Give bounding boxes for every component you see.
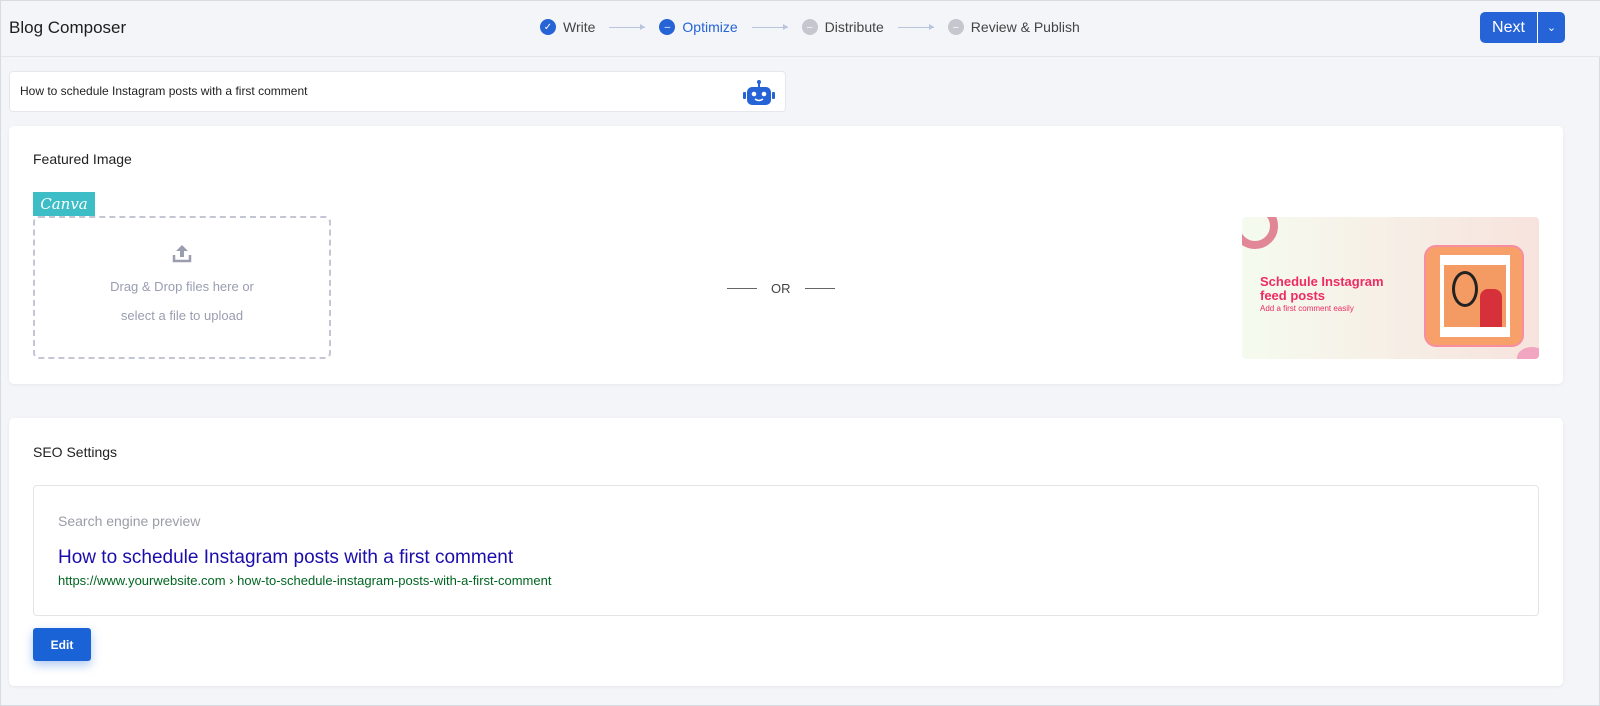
minus-icon: – — [801, 19, 818, 35]
step-label: Write — [563, 19, 596, 35]
step-review-publish[interactable]: – Review & Publish — [947, 19, 1080, 35]
seo-settings-card: SEO Settings Search engine preview How t… — [9, 418, 1563, 686]
thumb-title: feed posts — [1260, 288, 1326, 303]
post-title-input[interactable] — [20, 84, 720, 98]
preview-label: Search engine preview — [58, 513, 201, 529]
dropzone-text: Drag & Drop files here or — [110, 279, 254, 294]
seo-settings-heading: SEO Settings — [33, 444, 118, 460]
edit-button[interactable]: Edit — [33, 628, 91, 661]
arrow-icon — [751, 23, 788, 30]
step-optimize[interactable]: – Optimize — [659, 19, 738, 35]
featured-image-card: Featured Image Canva Drag & Drop files h… — [9, 126, 1563, 384]
file-dropzone[interactable]: Drag & Drop files here or select a file … — [33, 216, 331, 359]
search-engine-preview: Search engine preview How to schedule In… — [33, 485, 1539, 616]
canva-button[interactable]: Canva — [33, 192, 95, 216]
minus-icon: – — [947, 19, 964, 35]
step-write[interactable]: ✓ Write — [540, 19, 595, 35]
upload-icon — [172, 245, 192, 263]
thumb-subtitle: Add a first comment easily — [1260, 304, 1354, 313]
post-title-field — [9, 71, 786, 112]
stepper: ✓ Write – Optimize – Distribute – Review & P… — [540, 19, 1080, 35]
robot-icon[interactable] — [743, 80, 775, 106]
chevron-down-icon[interactable]: ⌄ — [1538, 12, 1565, 43]
thumb-title: Schedule Instagram — [1260, 274, 1384, 289]
arrow-icon — [897, 23, 934, 30]
header: Blog Composer ✓ Write – Optimize – Distribu… — [1, 1, 1600, 57]
step-label: Optimize — [682, 19, 738, 35]
arrow-icon — [609, 23, 646, 30]
preview-title-link[interactable]: How to schedule Instagram posts with a f… — [58, 547, 513, 569]
dropzone-text: select a file to upload — [120, 308, 244, 323]
step-label: Distribute — [824, 19, 884, 35]
featured-image-thumbnail[interactable]: Schedule Instagram feed posts Add a first … — [1242, 217, 1539, 359]
next-button[interactable]: Next — [1480, 12, 1538, 43]
next-split-button: Next ⌄ — [1480, 12, 1565, 43]
or-divider: OR — [727, 281, 835, 296]
step-label: Review & Publish — [970, 19, 1080, 35]
step-distribute[interactable]: – Distribute — [801, 19, 884, 35]
instagram-post-illustration — [1424, 245, 1524, 347]
preview-url: https://www.yourwebsite.com › how-to-sch… — [58, 573, 552, 588]
check-icon: ✓ — [540, 19, 556, 35]
minus-icon: – — [659, 19, 676, 35]
or-label: OR — [771, 281, 791, 296]
featured-image-heading: Featured Image — [33, 151, 132, 167]
app-title: Blog Composer — [9, 18, 127, 37]
